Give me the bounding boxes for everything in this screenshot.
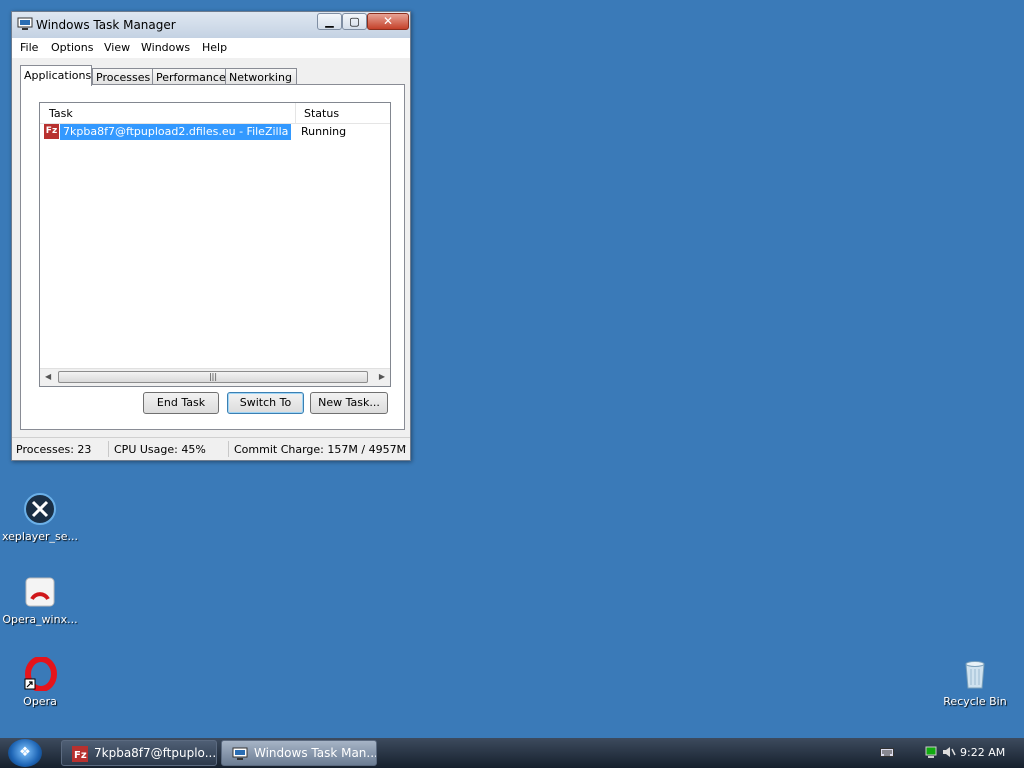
menu-file[interactable]: File [20,41,38,54]
maximize-button[interactable]: ▢ [342,13,367,30]
tab-performance[interactable]: Performance [152,68,227,85]
opera-installer-icon [23,575,57,609]
filezilla-icon: Fz [44,124,59,139]
status-bar: Processes: 23 CPU Usage: 45% Commit Char… [12,437,410,460]
windows-logo-icon: ❖ [19,745,31,760]
svg-text:Fz: Fz [74,750,87,761]
close-icon: ✕ [382,14,394,28]
desktop-icon-recycle-bin[interactable]: Recycle Bin [935,657,1015,708]
filezilla-icon: Fz [72,746,88,762]
minimize-button[interactable]: ▁ [317,13,342,30]
recycle-bin-icon [958,657,992,691]
clock[interactable]: 9:22 AM [960,746,1005,759]
desktop-icon-label: Opera [23,695,57,708]
scroll-thumb[interactable]: ||| [58,371,368,383]
tab-processes[interactable]: Processes [92,68,156,85]
horizontal-scrollbar[interactable]: ◀ ||| ▶ [40,368,390,386]
minimize-icon: ▁ [325,15,334,28]
menu-help[interactable]: Help [202,41,227,54]
table-row[interactable]: Fz 7kpba8f7@ftpupload2.dfiles.eu - FileZ… [44,124,390,140]
task-manager-icon [232,746,248,762]
applications-panel: Task Status Fz 7kpba8f7@ftpupload2.dfile… [20,84,405,430]
tab-applications[interactable]: Applications [20,65,92,86]
scroll-right-icon[interactable]: ▶ [379,372,385,381]
menu-view[interactable]: View [104,41,130,54]
taskbar-item-filezilla[interactable]: Fz 7kpba8f7@ftpuplo... [61,740,217,766]
close-button[interactable]: ✕ [367,13,409,30]
tab-networking[interactable]: Networking [225,68,297,85]
desktop-icon-opera[interactable]: Opera [0,656,80,708]
maximize-icon: ▢ [349,15,360,28]
start-button[interactable]: ❖ [8,739,42,767]
status-divider [228,441,229,457]
column-status[interactable]: Status [304,107,339,120]
title-bar[interactable]: Windows Task Manager ▁ ▢ ✕ [12,12,410,38]
cpu-usage: CPU Usage: 45% [114,443,206,456]
xeplayer-icon [23,492,57,526]
commit-charge: Commit Charge: 157M / 4957M [234,443,407,456]
taskbar-item-task-manager[interactable]: Windows Task Man... [221,740,377,766]
scroll-left-icon[interactable]: ◀ [45,372,51,381]
menu-windows[interactable]: Windows [141,41,190,54]
list-header: Task Status [40,103,390,124]
desktop-icon-label: Opera_winx... [2,613,78,626]
end-task-button[interactable]: End Task [143,392,219,414]
menu-bar: File Options View Windows Help [12,38,410,58]
network-icon[interactable] [925,746,939,758]
switch-to-button[interactable]: Switch To [227,392,304,414]
desktop-icon-opera-installer[interactable]: Opera_winx... [0,575,80,626]
desktop-icon-label: Recycle Bin [943,695,1007,708]
taskbar-item-label: 7kpba8f7@ftpuplo... [94,746,217,760]
keyboard-icon[interactable] [880,746,894,758]
processes-count: Processes: 23 [16,443,92,456]
status-divider [108,441,109,457]
task-manager-window: Windows Task Manager ▁ ▢ ✕ File Options … [11,11,411,461]
opera-icon [23,656,57,692]
column-task[interactable]: Task [49,107,73,120]
menu-options[interactable]: Options [51,41,93,54]
task-manager-icon [17,17,33,31]
column-divider[interactable] [295,103,296,123]
desktop-icon-xeplayer[interactable]: xeplayer_se... [0,492,80,543]
resize-grip-icon[interactable]: ⋰ [398,445,407,455]
taskbar: ❖ Fz 7kpba8f7@ftpuplo... Windows Task Ma… [0,738,1024,768]
task-status: Running [301,125,347,138]
desktop-icon-label: xeplayer_se... [1,530,78,543]
task-name: 7kpba8f7@ftpupload2.dfiles.eu - FileZill… [60,124,292,140]
taskbar-item-label: Windows Task Man... [254,746,377,760]
new-task-button[interactable]: New Task... [310,392,388,414]
task-list[interactable]: Task Status Fz 7kpba8f7@ftpupload2.dfile… [39,102,391,387]
volume-icon[interactable] [942,746,956,758]
window-title: Windows Task Manager [36,18,176,32]
